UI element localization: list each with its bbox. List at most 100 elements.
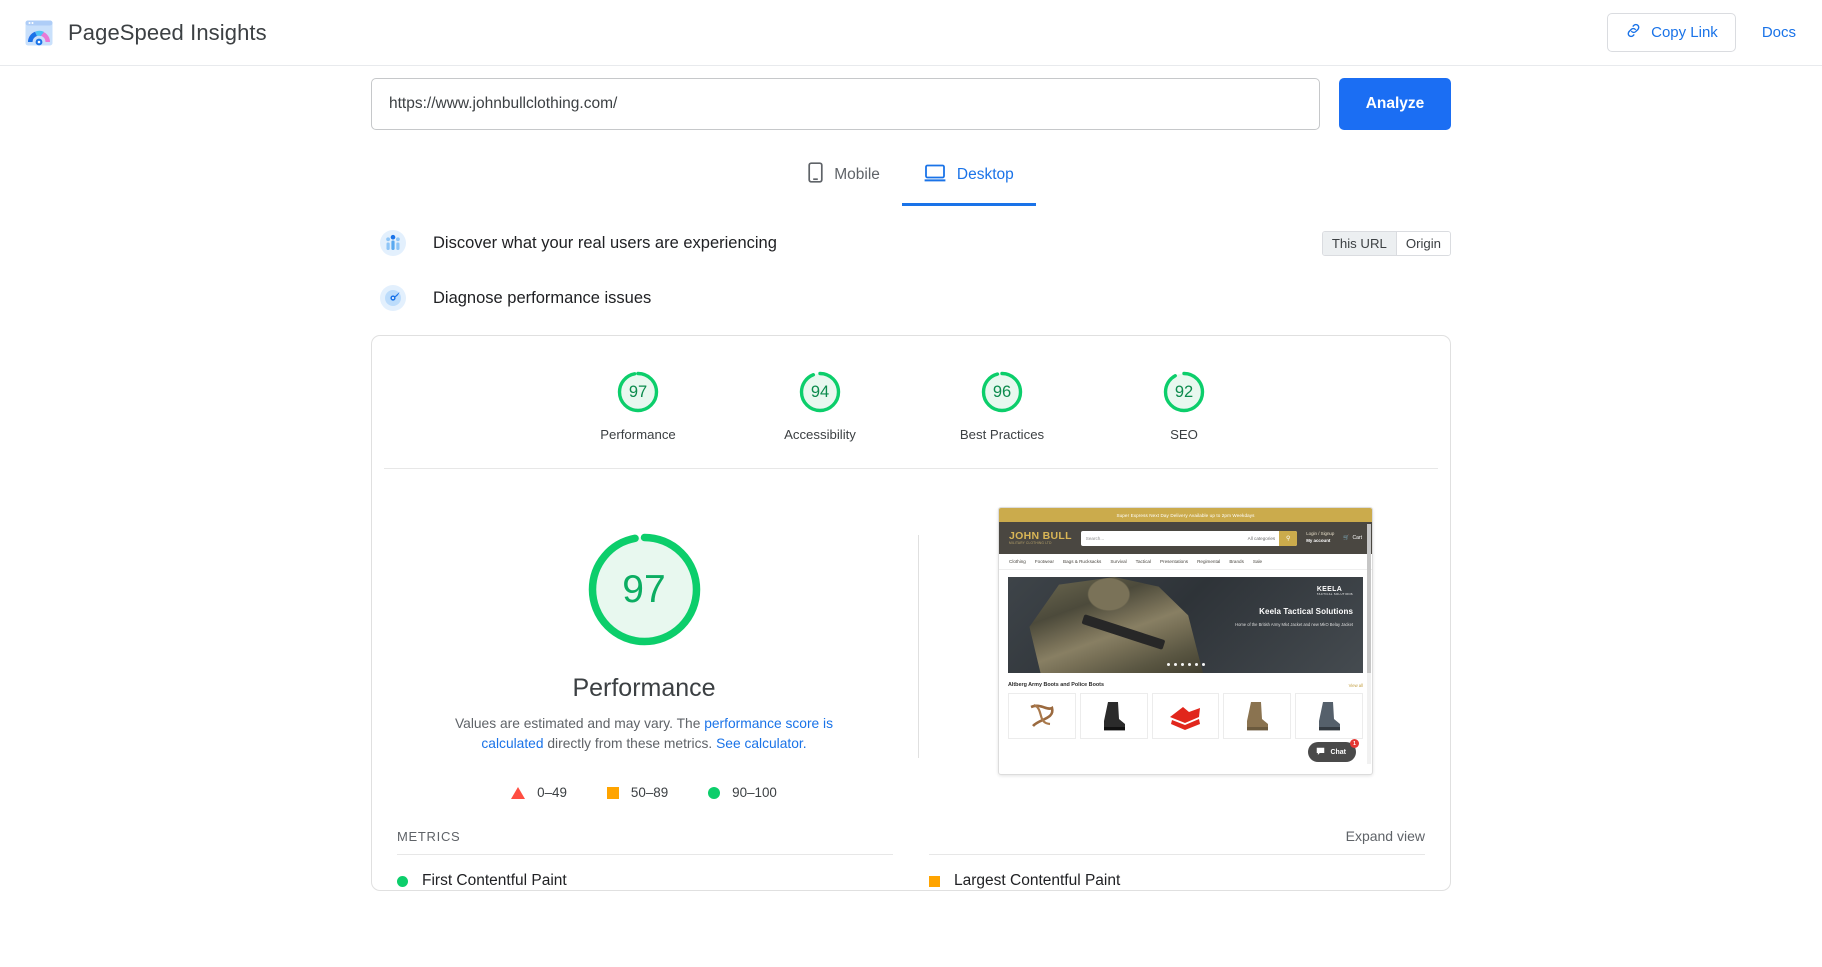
- url-bar: Analyze: [371, 78, 1451, 130]
- gauge-ring: 94: [796, 368, 844, 416]
- thumb-hero-brand: KEELA TACTICAL SOLUTIONS: [1317, 586, 1353, 596]
- pagespeed-gauge-logo-icon: [24, 18, 54, 48]
- thumb-nav-item: Sale: [1253, 559, 1262, 564]
- field-data-label: Discover what your real users are experi…: [433, 234, 777, 253]
- metrics-column-right: Largest Contentful Paint: [929, 854, 1425, 890]
- thumb-nav-item: Clothing: [1009, 559, 1026, 564]
- expand-view-button[interactable]: Expand view: [1346, 828, 1425, 844]
- scope-option-origin[interactable]: Origin: [1396, 232, 1450, 255]
- tab-mobile[interactable]: Mobile: [786, 150, 902, 206]
- gauge-ring: 97: [614, 368, 662, 416]
- thumb-hero-brand-sub: TACTICAL SOLUTIONS: [1317, 593, 1353, 596]
- thumb-myaccount-label: My account: [1306, 538, 1330, 543]
- thumb-chat-badge: 1: [1350, 739, 1359, 748]
- gauge-label: Performance: [600, 427, 676, 442]
- metric-largest-contentful-paint[interactable]: Largest Contentful Paint: [929, 872, 1425, 890]
- square-swatch-icon: [607, 787, 619, 799]
- thumb-logo-sub: MILITARY CLOTHING LTD: [1009, 542, 1072, 545]
- thumb-hero-title: Keela Tactical Solutions: [1259, 607, 1353, 616]
- url-input[interactable]: [371, 78, 1320, 130]
- field-data-row: Discover what your real users are experi…: [371, 230, 1451, 256]
- gauge-label: SEO: [1170, 427, 1198, 442]
- score-legend: 0–49 50–89 90–100: [511, 785, 777, 800]
- thumb-product-row: [1008, 693, 1363, 739]
- copy-link-label: Copy Link: [1651, 24, 1718, 41]
- shopping-cart-icon: 🛒: [1343, 535, 1349, 541]
- thumb-scrollbar-thumb: [1367, 524, 1371, 673]
- thumb-hero-banner: KEELA TACTICAL SOLUTIONS Keela Tactical …: [1008, 577, 1363, 673]
- tab-desktop[interactable]: Desktop: [902, 150, 1036, 206]
- thumb-nav-item: Tactical: [1136, 559, 1151, 564]
- legend-item-good: 90–100: [708, 785, 777, 800]
- tab-desktop-label: Desktop: [957, 166, 1014, 184]
- gauge-score: 96: [978, 368, 1026, 416]
- gauge-label: Accessibility: [784, 427, 856, 442]
- thumb-view-all-link: View all: [1349, 683, 1363, 688]
- thumb-search-placeholder: Search...: [1086, 536, 1104, 541]
- chat-bubble-icon: [1316, 747, 1325, 758]
- brand: PageSpeed Insights: [24, 18, 267, 48]
- gauge-score: 94: [796, 368, 844, 416]
- thumb-product-tile: [1152, 693, 1220, 739]
- performance-score-column: 97 Performance Values are estimated and …: [384, 503, 904, 800]
- thumb-login-label: Login / Signup: [1306, 531, 1334, 536]
- page-body: Analyze Mobile: [0, 66, 1822, 966]
- square-swatch-icon: [929, 876, 940, 887]
- thumb-site-header: JOHN BULL MILITARY CLOTHING LTD Search..…: [999, 522, 1372, 554]
- carousel-dot: [1202, 663, 1205, 666]
- thumb-cart: 🛒 Cart: [1343, 535, 1362, 541]
- thumb-chat-widget: Chat 1: [1308, 742, 1356, 762]
- circle-swatch-icon: [397, 876, 408, 887]
- thumb-hero-brand-name: KEELA: [1317, 586, 1342, 593]
- thumb-search-box: Search... All categories ⚲: [1081, 531, 1297, 546]
- metrics-header: METRICS Expand view: [384, 800, 1438, 854]
- gauge-ring: 92: [1160, 368, 1208, 416]
- metric-label: Largest Contentful Paint: [954, 872, 1120, 890]
- mobile-phone-icon: [808, 162, 823, 188]
- metrics-grid: First Contentful Paint Largest Contentfu…: [384, 854, 1438, 890]
- category-gauge-best-practices[interactable]: 96 Best Practices: [947, 368, 1057, 442]
- thumb-nav-item: Footwear: [1035, 559, 1054, 564]
- category-gauge-performance[interactable]: 97 Performance: [583, 368, 693, 442]
- thumb-section-header: Altberg Army Boots and Police Boots View…: [1008, 682, 1363, 688]
- category-gauge-accessibility[interactable]: 94 Accessibility: [765, 368, 875, 442]
- analyze-button[interactable]: Analyze: [1339, 78, 1451, 130]
- legend-item-average: 50–89: [607, 785, 668, 800]
- carousel-dot: [1181, 663, 1184, 666]
- thumb-chat-label: Chat: [1330, 749, 1346, 756]
- legend-range: 50–89: [631, 785, 668, 800]
- thumb-site-nav: Clothing Footwear Bags & Rucksacks Survi…: [999, 554, 1372, 570]
- see-calculator-link[interactable]: See calculator.: [716, 736, 807, 751]
- results-card: 97 Performance 94 Accessibility: [371, 335, 1451, 891]
- thumb-search-category: All categories: [1248, 536, 1276, 541]
- carousel-dot: [1174, 663, 1177, 666]
- performance-note: Values are estimated and may vary. The p…: [444, 714, 844, 754]
- page-screenshot-thumbnail: Super Express Next Day Delivery Availabl…: [998, 507, 1373, 775]
- screenshot-column: Super Express Next Day Delivery Availabl…: [933, 503, 1438, 800]
- thumb-hero-subtitle: Home of the British Army Mk4 Jacket and …: [1235, 622, 1353, 627]
- copy-link-button[interactable]: Copy Link: [1607, 13, 1736, 52]
- thumb-cart-label: Cart: [1353, 535, 1362, 541]
- thumb-nav-item: Brands: [1229, 559, 1244, 564]
- tab-mobile-label: Mobile: [834, 166, 880, 184]
- legend-range: 90–100: [732, 785, 777, 800]
- category-gauge-seo[interactable]: 92 SEO: [1129, 368, 1239, 442]
- performance-score-value: 97: [582, 527, 707, 652]
- desktop-monitor-icon: [924, 164, 946, 187]
- gauge-label: Best Practices: [960, 427, 1044, 442]
- circle-swatch-icon: [708, 787, 720, 799]
- thumb-product-tile: [1295, 693, 1363, 739]
- thumb-carousel-dots: [1167, 663, 1205, 666]
- thumb-hero-image: [1026, 577, 1211, 673]
- performance-summary: 97 Performance Values are estimated and …: [384, 469, 1438, 800]
- legend-range: 0–49: [537, 785, 567, 800]
- thumb-nav-item: Bags & Rucksacks: [1063, 559, 1101, 564]
- thumb-nav-item: Regimental: [1197, 559, 1220, 564]
- performance-gauge: 97: [582, 527, 707, 652]
- metric-first-contentful-paint[interactable]: First Contentful Paint: [397, 872, 893, 890]
- lab-data-label: Diagnose performance issues: [433, 289, 651, 308]
- scope-option-this-url[interactable]: This URL: [1323, 232, 1396, 255]
- docs-link[interactable]: Docs: [1762, 24, 1796, 41]
- app-title: PageSpeed Insights: [68, 20, 267, 46]
- carousel-dot: [1167, 663, 1170, 666]
